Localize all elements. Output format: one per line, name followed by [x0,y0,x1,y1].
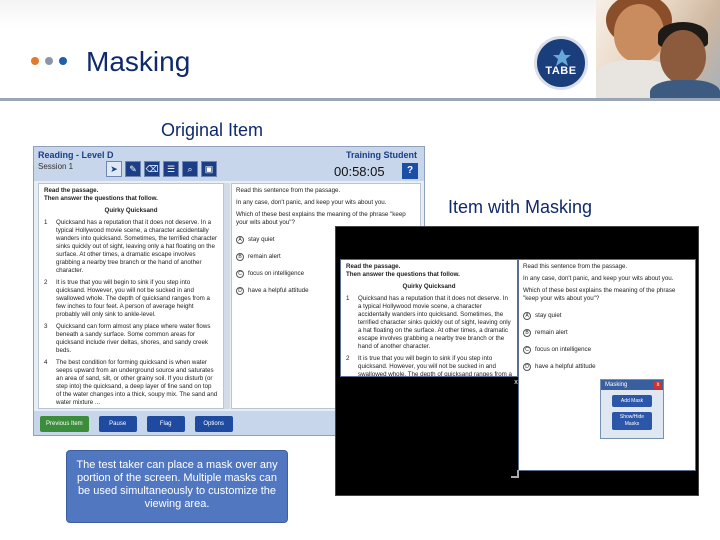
add-mask-button[interactable]: Add Mask [612,395,652,407]
masked-item-screenshot: Read the passage. Then answer the questi… [335,226,699,496]
passage-pane-masked: Read the passage. Then answer the questi… [340,259,518,377]
dot-blue [59,57,67,65]
tool-buttons: ➤ ✎ ⌫ ☰ ⌕ ▣ [106,161,217,177]
passage-instructions: Then answer the questions that follow. [44,195,158,202]
paragraph: 1 Quicksand has a reputation that it does… [44,219,217,274]
show-hide-masks-button[interactable]: Show/Hide Masks [612,412,652,430]
masked-item-label: Item with Masking [448,197,593,217]
test-session: Session 1 [38,162,74,171]
question-pane-masked: Read this sentence from the passage. In … [518,259,696,471]
answer-choice[interactable]: Dhave a helpful attitude [523,363,691,371]
question-quote: In any case, don't panic, and keep your … [236,199,387,206]
close-icon[interactable]: x [512,379,520,387]
answer-choice[interactable]: Astay quiet [523,312,691,320]
header-photo [596,0,720,98]
paragraph: 2 It is true that you will begin to sink … [44,279,210,318]
passage-scrollbar[interactable] [224,183,230,409]
mask-top-bar[interactable] [336,227,698,257]
pointer-icon[interactable]: ➤ [106,161,122,177]
test-toolbar: Reading - Level D Session 1 ➤ ✎ ⌫ ☰ ⌕ ▣ … [34,147,424,181]
notes-icon[interactable]: ☰ [163,161,179,177]
tabe-logo: TABE [534,36,588,90]
passage-title: Quirky Quicksand [104,207,158,214]
dot-orange [31,57,39,65]
page-title: Masking [86,46,191,77]
flag-button[interactable]: Flag [146,416,185,432]
dot-gray [45,57,53,65]
options-button[interactable]: Options [194,416,233,432]
question-prompt: Read this sentence from the passage. [236,187,341,194]
question-stem: Which of these best explains the meaning… [236,211,406,226]
previous-item-button[interactable]: Previous Item [40,416,89,432]
slide: Masking TABE Original Item Item with Mas… [0,0,720,540]
answer-choice[interactable]: Cfocus on intelligence [523,346,691,354]
masking-panel: Masking x Add Mask Show/Hide Masks [600,379,664,439]
leaf-icon [553,49,571,66]
eraser-icon[interactable]: ⌫ [144,161,160,177]
passage-pane: Read the passage. Then answer the questi… [38,183,224,409]
magnifier-icon[interactable]: ⌕ [182,161,198,177]
paragraph: 1 Quicksand has a reputation that it does… [346,295,511,350]
title-dots [31,57,67,65]
header-divider [0,98,720,101]
paragraph: 2 It is true that you will begin to sink … [346,355,512,377]
timer: 00:58:05 [334,164,385,179]
paragraph: 4 The best condition for forming quicksan… [44,359,218,406]
test-subject: Reading - Level D [38,150,114,160]
resize-handle[interactable] [511,470,519,478]
mask-icon[interactable]: ▣ [201,161,217,177]
pause-button[interactable]: Pause [98,416,137,432]
help-button[interactable]: ? [402,163,418,179]
passage-instructions: Read the passage. [44,187,99,194]
paragraph: 3 Quicksand can form almost any place whe… [44,323,211,354]
answer-choice[interactable]: Bremain alert [523,329,691,337]
mask-overlay[interactable] [336,379,518,479]
original-item-label: Original Item [161,120,264,140]
highlighter-icon[interactable]: ✎ [125,161,141,177]
close-icon[interactable]: x [654,381,662,389]
student-name: Training Student [346,150,417,160]
caption-box: The test taker can place a mask over any… [66,450,288,523]
